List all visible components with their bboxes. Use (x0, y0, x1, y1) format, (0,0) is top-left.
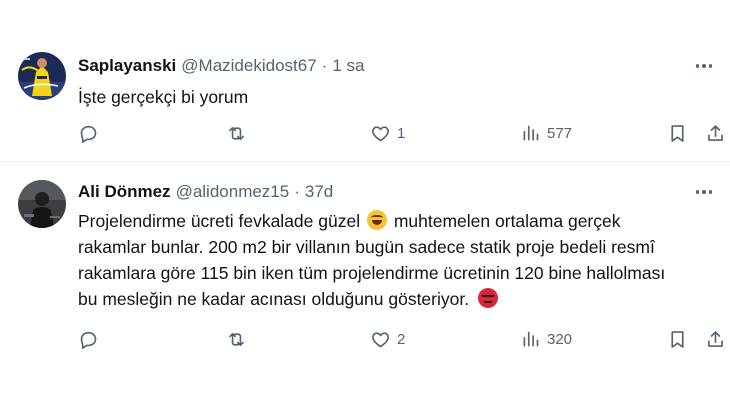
like-icon (372, 125, 389, 141)
tweet-text-line: İşte gerçekçi bi yorum (78, 87, 249, 107)
like-button[interactable]: 2 (370, 328, 405, 350)
author-name[interactable]: Ali Dönmez (78, 182, 171, 202)
avatar[interactable] (18, 52, 66, 100)
share-icon (708, 124, 723, 141)
retweet-button[interactable] (226, 122, 253, 144)
reply-icon (80, 125, 97, 143)
reply-button[interactable] (78, 122, 105, 144)
retweet-icon (229, 126, 244, 140)
angry-face-emoji (477, 288, 498, 308)
bookmark-icon (671, 330, 684, 348)
separator-dot: · (321, 56, 328, 75)
tweet-text: İşte gerçekçi bi yorum (78, 84, 248, 110)
rolling-on-the-floor-laughing-emoji (366, 210, 387, 230)
like-icon (372, 331, 389, 347)
author-handle[interactable]: @alidonmez15 (176, 182, 290, 202)
tweet-1[interactable]: Saplayanski @Mazidekidost67 · 1 sa İşte … (0, 0, 730, 162)
action-bar: 1 577 (78, 122, 723, 146)
tweet-time[interactable]: 1 sa (332, 56, 364, 76)
like-count: 2 (397, 330, 406, 348)
tweet-header: Saplayanski @Mazidekidost67 · 1 sa (78, 56, 364, 76)
like-button[interactable]: 1 (370, 122, 405, 144)
views-icon (523, 125, 539, 140)
reply-button[interactable] (78, 328, 105, 350)
views-icon (523, 331, 539, 346)
like-count: 1 (397, 124, 406, 142)
tweet-text-line: bu mesleğin ne kadar acınası olduğunu gö… (78, 286, 718, 312)
avatar[interactable] (18, 180, 66, 228)
views-count: 577 (547, 124, 573, 142)
action-bar: 2 320 (78, 328, 723, 352)
share-icon (708, 330, 723, 347)
tweet-time[interactable]: 37d (305, 182, 333, 202)
tweet-text-fragment: bu mesleğin ne kadar acınası olduğunu gö… (78, 289, 470, 309)
retweet-button[interactable] (226, 328, 253, 350)
bookmark-icon (671, 124, 684, 142)
bookmark-button[interactable] (667, 328, 688, 350)
tweet-text-line: rakamlar bunlar. 200 m2 bir villanın bug… (78, 237, 655, 257)
reply-icon (80, 331, 97, 349)
tweet-text: Projelendirme ücreti fevkalade güzel muh… (78, 208, 718, 312)
tweet-text-fragment: Projelendirme ücreti fevkalade güzel (78, 211, 361, 231)
tweet-text-line: rakamlara göre 115 bin iken tüm projelen… (78, 263, 666, 283)
share-button[interactable] (705, 122, 726, 144)
author-handle[interactable]: @Mazidekidost67 (181, 56, 316, 76)
more-icon[interactable] (692, 182, 716, 202)
share-button[interactable] (705, 328, 726, 350)
tweet-header: Ali Dönmez @alidonmez15 · 37d (78, 182, 333, 202)
views-button[interactable]: 577 (520, 122, 572, 144)
tweet-text-line: Projelendirme ücreti fevkalade güzel muh… (78, 208, 718, 234)
tweet-2[interactable]: Ali Dönmez @alidonmez15 · 37d Projelendi… (0, 162, 730, 420)
views-count: 320 (547, 330, 573, 348)
more-icon[interactable] (692, 56, 716, 76)
avatar-image (18, 180, 66, 228)
views-button[interactable]: 320 (520, 328, 572, 350)
retweet-icon (229, 332, 244, 346)
tweet-text-fragment: muhtemelen ortalama gerçek (393, 211, 621, 231)
avatar-image (18, 52, 66, 100)
author-name[interactable]: Saplayanski (78, 56, 176, 76)
bookmark-button[interactable] (667, 122, 688, 144)
separator-dot: · (294, 182, 300, 201)
